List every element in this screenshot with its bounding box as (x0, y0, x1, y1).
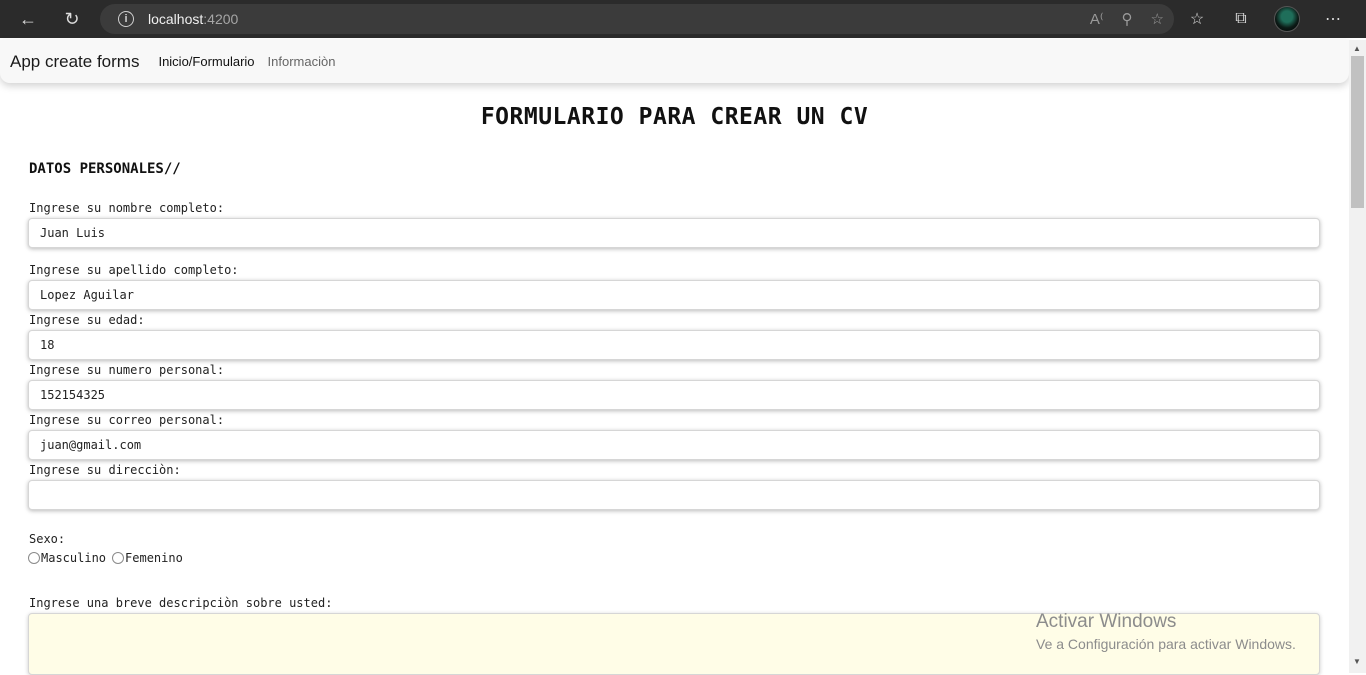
phone-input[interactable]: 152154325 (28, 380, 1320, 410)
browser-toolbar: ← ↻ i localhost:4200 A⁽ ⚲ ☆ ☆ ⧉ ⋯ (0, 0, 1366, 38)
watermark-subtitle: Ve a Configuración para activar Windows. (1036, 636, 1296, 652)
add-favorite-icon[interactable]: ☆ (1151, 10, 1164, 28)
name-label: Ingrese su nombre completo: (29, 201, 225, 215)
email-input[interactable]: juan@gmail.com (28, 430, 1320, 460)
radio-femenino[interactable] (112, 552, 125, 564)
url-host: localhost (148, 11, 204, 27)
zoom-out-icon[interactable]: ⚲ (1122, 10, 1133, 28)
description-label: Ingrese una breve descripciòn sobre uste… (29, 596, 333, 610)
surname-label: Ingrese su apellido completo: (29, 263, 239, 277)
sex-radio-group: Masculino Femenino (28, 551, 183, 565)
watermark-title: Activar Windows (1036, 611, 1177, 632)
phone-label: Ingrese su numero personal: (29, 363, 225, 377)
windows-activation-watermark: Activar Windows Ve a Configuración para … (1036, 611, 1296, 652)
page-title: FORMULARIO PARA CREAR UN CV (480, 104, 869, 130)
age-label: Ingrese su edad: (29, 313, 145, 327)
url-text: localhost:4200 (148, 11, 238, 27)
scrollbar-thumb[interactable] (1351, 56, 1364, 208)
back-arrow-icon[interactable]: ← (10, 1, 46, 37)
email-label: Ingrese su correo personal: (29, 413, 225, 427)
scroll-up-icon[interactable]: ▲ (1353, 44, 1361, 53)
collections-icon[interactable]: ⧉ (1230, 10, 1252, 28)
reload-icon[interactable]: ↻ (54, 1, 90, 37)
name-input[interactable]: Juan Luis (28, 218, 1320, 248)
address-label: Ingrese su direcciòn: (29, 463, 181, 477)
radio-masculino-label[interactable]: Masculino (41, 551, 106, 565)
nav-link-inicio[interactable]: Inicio/Formulario (158, 54, 254, 69)
surname-input[interactable]: Lopez Aguilar (28, 280, 1320, 310)
address-input[interactable] (28, 480, 1320, 510)
more-menu-icon[interactable]: ⋯ (1322, 9, 1344, 29)
address-bar[interactable]: i localhost:4200 A⁽ ⚲ ☆ (100, 4, 1174, 34)
nav-link-informacion[interactable]: Informaciòn (268, 54, 336, 69)
info-icon[interactable]: i (118, 11, 134, 27)
app-navbar: App create forms Inicio/Formulario Infor… (0, 40, 1349, 83)
navbar-brand[interactable]: App create forms (10, 52, 139, 72)
favorites-icon[interactable]: ☆ (1186, 9, 1208, 29)
radio-femenino-label[interactable]: Femenino (125, 551, 183, 565)
scroll-down-icon[interactable]: ▼ (1353, 657, 1361, 666)
profile-avatar[interactable] (1274, 6, 1300, 32)
read-aloud-icon[interactable]: A⁽ (1090, 10, 1104, 28)
url-port: :4200 (203, 11, 239, 27)
section-title: DATOS PERSONALES// (29, 161, 181, 177)
radio-masculino[interactable] (28, 552, 40, 564)
sex-label: Sexo: (29, 532, 66, 546)
age-input[interactable]: 18 (28, 330, 1320, 360)
